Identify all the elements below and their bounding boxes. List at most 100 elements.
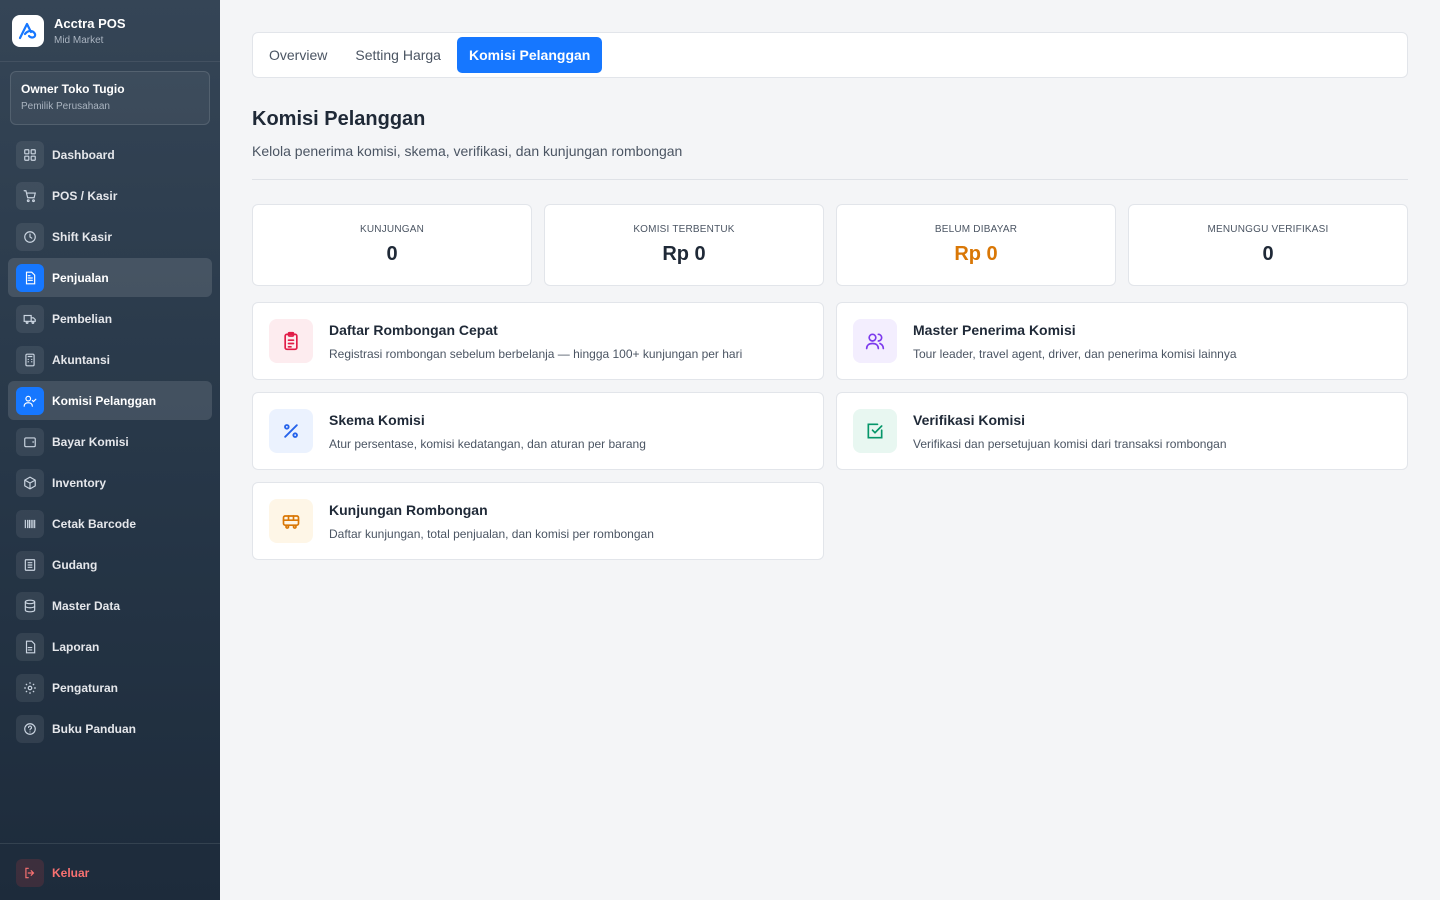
warehouse-icon bbox=[16, 550, 44, 579]
card-title: Verifikasi Komisi bbox=[913, 411, 1026, 428]
app-logo-icon[interactable] bbox=[12, 14, 44, 47]
card-description: Registrasi rombongan sebelum berbelanja … bbox=[329, 346, 743, 361]
stat-kunjungan: KUNJUNGAN 0 bbox=[252, 204, 532, 286]
card-kunjungan-rombongan[interactable]: Kunjungan Rombongan Daftar kunjungan, to… bbox=[252, 482, 824, 560]
card-title: Master Penerima Komisi bbox=[913, 321, 1076, 338]
sidebar-item-dashboard[interactable]: Dashboard bbox=[8, 135, 212, 174]
page-title: Komisi Pelanggan bbox=[252, 108, 426, 130]
card-title: Kunjungan Rombongan bbox=[329, 501, 488, 518]
calculator-icon bbox=[16, 345, 44, 374]
sidebar-item-penjualan[interactable]: Penjualan bbox=[8, 258, 212, 297]
card-description: Daftar kunjungan, total penjualan, dan k… bbox=[329, 526, 654, 541]
stat-value: 0 bbox=[386, 243, 398, 265]
database-icon bbox=[16, 591, 44, 620]
sidebar: Acctra POS Mid Market Owner Toko Tugio P… bbox=[0, 0, 220, 900]
barcode-icon bbox=[16, 509, 44, 538]
percent-icon bbox=[269, 409, 313, 453]
help-icon bbox=[16, 714, 44, 743]
sidebar-item-label: Pengaturan bbox=[52, 680, 119, 695]
sidebar-item-cetak-barcode[interactable]: Cetak Barcode bbox=[8, 504, 212, 543]
card-description: Tour leader, travel agent, driver, dan p… bbox=[913, 346, 1237, 361]
sidebar-item-akuntansi[interactable]: Akuntansi bbox=[8, 340, 212, 379]
logout-icon bbox=[16, 859, 44, 887]
sidebar-item-label: Akuntansi bbox=[52, 352, 111, 367]
logout-button[interactable]: Keluar bbox=[8, 858, 212, 888]
sidebar-item-bayar-komisi[interactable]: Bayar Komisi bbox=[8, 422, 212, 461]
card-skema-komisi[interactable]: Skema Komisi Atur persentase, komisi ked… bbox=[252, 392, 824, 470]
user-role: Pemilik Perusahaan bbox=[21, 101, 110, 112]
sidebar-item-label: Master Data bbox=[52, 598, 121, 613]
grid-icon bbox=[16, 140, 44, 169]
wallet-icon bbox=[16, 427, 44, 456]
sidebar-item-buku-panduan[interactable]: Buku Panduan bbox=[8, 709, 212, 748]
user-check-icon bbox=[16, 386, 44, 415]
clipboard-list-icon bbox=[269, 319, 313, 363]
sidebar-item-pengaturan[interactable]: Pengaturan bbox=[8, 668, 212, 707]
card-title: Daftar Rombongan Cepat bbox=[329, 321, 498, 338]
feature-cards: Daftar Rombongan Cepat Registrasi rombon… bbox=[252, 302, 1408, 560]
brand-name: Acctra POS bbox=[54, 15, 126, 31]
card-master-penerima-komisi[interactable]: Master Penerima Komisi Tour leader, trav… bbox=[836, 302, 1408, 380]
sidebar-item-label: Komisi Pelanggan bbox=[52, 393, 157, 408]
sidebar-item-komisi-pelanggan[interactable]: Komisi Pelanggan bbox=[8, 381, 212, 420]
stat-menunggu-verifikasi: MENUNGGU VERIFIKASI 0 bbox=[1128, 204, 1408, 286]
tab-komisi-pelanggan[interactable]: Komisi Pelanggan bbox=[456, 37, 603, 73]
stats-row: KUNJUNGAN 0 KOMISI TERBENTUK Rp 0 BELUM … bbox=[252, 204, 1408, 286]
clock-icon bbox=[16, 222, 44, 251]
card-daftar-rombongan-cepat[interactable]: Daftar Rombongan Cepat Registrasi rombon… bbox=[252, 302, 824, 380]
document-icon bbox=[16, 263, 44, 292]
main-content: Overview Setting Harga Komisi Pelanggan … bbox=[252, 32, 1408, 560]
card-title: Skema Komisi bbox=[329, 411, 425, 428]
tab-setting-harga[interactable]: Setting Harga bbox=[343, 37, 453, 73]
sidebar-item-shift-kasir[interactable]: Shift Kasir bbox=[8, 217, 212, 256]
sidebar-item-laporan[interactable]: Laporan bbox=[8, 627, 212, 666]
check-square-icon bbox=[853, 409, 897, 453]
brand-subtitle: Mid Market bbox=[54, 34, 104, 46]
sidebar-item-label: Inventory bbox=[52, 475, 107, 490]
sidebar-item-label: Penjualan bbox=[52, 270, 109, 285]
page-subtitle: Kelola penerima komisi, skema, verifikas… bbox=[252, 143, 683, 159]
sidebar-item-label: Laporan bbox=[52, 639, 100, 654]
sidebar-item-label: Bayar Komisi bbox=[52, 434, 129, 449]
sidebar-item-gudang[interactable]: Gudang bbox=[8, 545, 212, 584]
stat-belum-dibayar: BELUM DIBAYAR Rp 0 bbox=[836, 204, 1116, 286]
divider bbox=[252, 179, 1408, 180]
sidebar-item-pembelian[interactable]: Pembelian bbox=[8, 299, 212, 338]
users-icon bbox=[853, 319, 897, 363]
stat-label: BELUM DIBAYAR bbox=[934, 224, 1018, 235]
stat-value: 0 bbox=[1262, 243, 1274, 265]
user-name: Owner Toko Tugio bbox=[21, 82, 125, 96]
stat-komisi-terbentuk: KOMISI TERBENTUK Rp 0 bbox=[544, 204, 824, 286]
truck-icon bbox=[16, 304, 44, 333]
brand-header: Acctra POS Mid Market bbox=[0, 0, 220, 62]
user-card[interactable]: Owner Toko Tugio Pemilik Perusahaan bbox=[10, 71, 210, 125]
sidebar-item-label: POS / Kasir bbox=[52, 188, 118, 203]
sidebar-nav: Dashboard POS / Kasir Shift Kasir Penjua… bbox=[8, 135, 212, 750]
stat-label: KUNJUNGAN bbox=[359, 224, 425, 235]
card-description: Verifikasi dan persetujuan komisi dari t… bbox=[913, 436, 1227, 451]
logout-label: Keluar bbox=[52, 866, 90, 880]
tab-overview[interactable]: Overview bbox=[257, 37, 339, 73]
sidebar-item-label: Pembelian bbox=[52, 311, 113, 326]
sidebar-item-label: Gudang bbox=[52, 557, 98, 572]
tab-bar: Overview Setting Harga Komisi Pelanggan bbox=[252, 32, 1408, 78]
report-icon bbox=[16, 632, 44, 661]
logout-section: Keluar bbox=[0, 843, 220, 900]
box-icon bbox=[16, 468, 44, 497]
sidebar-item-pos-kasir[interactable]: POS / Kasir bbox=[8, 176, 212, 215]
stat-label: KOMISI TERBENTUK bbox=[633, 224, 735, 235]
sidebar-item-inventory[interactable]: Inventory bbox=[8, 463, 212, 502]
card-verifikasi-komisi[interactable]: Verifikasi Komisi Verifikasi dan persetu… bbox=[836, 392, 1408, 470]
sidebar-item-label: Shift Kasir bbox=[52, 229, 113, 244]
sidebar-item-label: Dashboard bbox=[52, 147, 115, 162]
stat-label: MENUNGGU VERIFIKASI bbox=[1207, 224, 1329, 235]
card-description: Atur persentase, komisi kedatangan, dan … bbox=[329, 436, 646, 451]
bus-icon bbox=[269, 499, 313, 543]
sidebar-item-master-data[interactable]: Master Data bbox=[8, 586, 212, 625]
sidebar-item-label: Cetak Barcode bbox=[52, 516, 137, 531]
cart-icon bbox=[16, 181, 44, 210]
sidebar-item-label: Buku Panduan bbox=[52, 721, 137, 736]
gear-icon bbox=[16, 673, 44, 702]
stat-value: Rp 0 bbox=[662, 243, 706, 265]
stat-value: Rp 0 bbox=[954, 243, 998, 265]
